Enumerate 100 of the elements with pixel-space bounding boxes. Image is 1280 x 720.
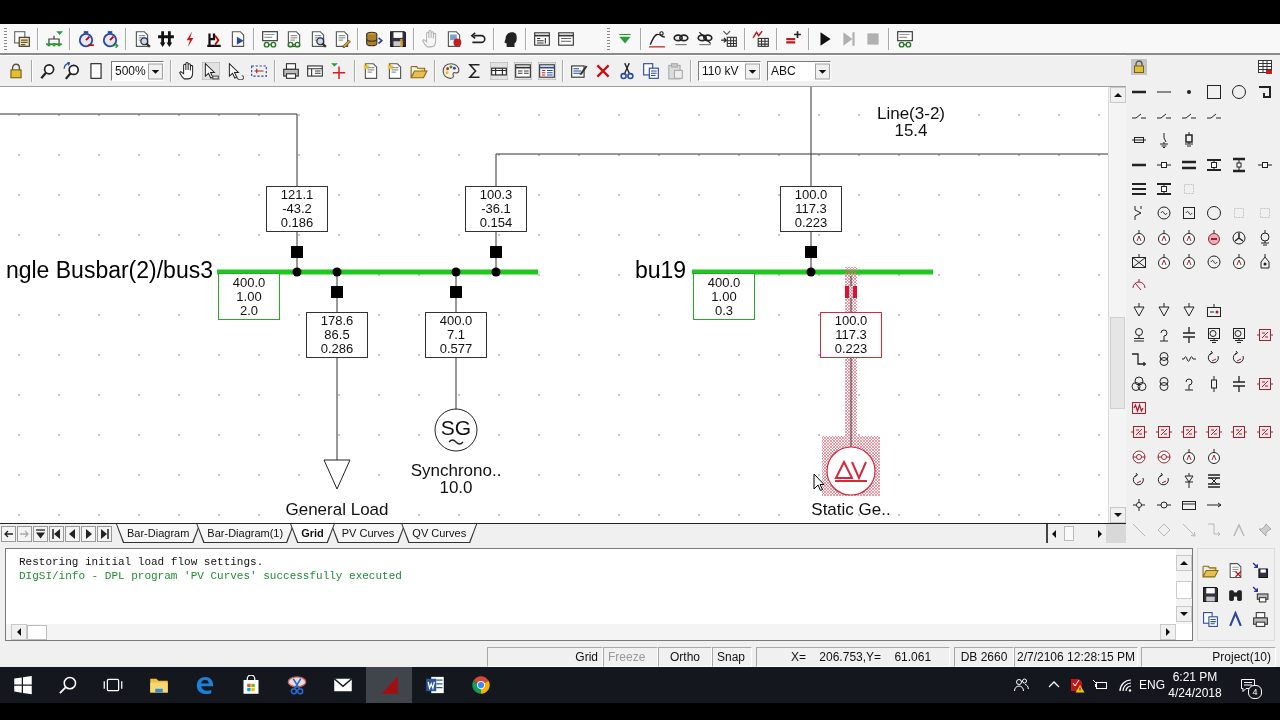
document-pencil-icon[interactable] <box>333 29 351 48</box>
i-beam-icon[interactable] <box>1231 156 1248 173</box>
polyline-icon[interactable] <box>1256 83 1273 100</box>
document-magnifier-icon[interactable] <box>133 29 151 48</box>
document-glasses-icon[interactable] <box>285 29 303 48</box>
boxed-wave-icon[interactable] <box>1180 205 1197 222</box>
boxed-symbol-icon[interactable] <box>1155 424 1172 441</box>
copy-icon[interactable] <box>1202 610 1219 628</box>
scroll-up-icon[interactable] <box>1109 87 1126 103</box>
capacitor-icon[interactable] <box>1231 375 1248 392</box>
last-page-icon[interactable] <box>97 525 112 542</box>
document-magnifier-icon[interactable] <box>309 29 327 48</box>
notification-icon[interactable] <box>1240 677 1256 693</box>
document-cross-icon[interactable] <box>1227 561 1244 579</box>
database-arrow-icon[interactable] <box>365 29 383 48</box>
three-winding-icon[interactable] <box>1130 375 1147 392</box>
busbar-coupler-icon[interactable] <box>1206 156 1223 173</box>
first-page-icon[interactable] <box>49 525 64 542</box>
circle-icon[interactable] <box>1231 83 1248 100</box>
graph-table-icon[interactable] <box>752 29 770 48</box>
window-grid-icon[interactable] <box>306 62 324 80</box>
boxed-symbol-icon[interactable] <box>1256 326 1273 343</box>
step-line-icon[interactable] <box>1130 351 1147 368</box>
ortho-toggle[interactable]: Ortho <box>658 647 712 667</box>
vertical-scrollbar[interactable] <box>1108 87 1126 523</box>
wedge-icon[interactable] <box>1227 610 1244 628</box>
scroll-up-icon[interactable] <box>1176 555 1192 571</box>
generator-symbol[interactable] <box>434 408 478 452</box>
concentric-circle-icon[interactable] <box>1130 448 1147 465</box>
scroll-down-icon[interactable] <box>1109 507 1126 523</box>
scroll-down-icon[interactable] <box>1176 606 1192 622</box>
boxed-symbol-icon[interactable] <box>1256 424 1273 441</box>
double-arrow-icon[interactable] <box>157 29 175 48</box>
load-icon[interactable] <box>1180 302 1197 319</box>
boxed-device-icon[interactable] <box>1206 302 1223 319</box>
dashed-selection-icon[interactable] <box>250 62 268 80</box>
load-icon[interactable] <box>1155 302 1172 319</box>
static-generator-icon[interactable] <box>826 446 876 496</box>
scissors-icon[interactable] <box>618 62 636 80</box>
meter-circle-icon[interactable] <box>1180 229 1197 246</box>
window-icon[interactable] <box>557 29 575 48</box>
load-triangle-icon[interactable] <box>323 459 351 490</box>
padlock-icon[interactable] <box>1130 59 1147 76</box>
printer-icon[interactable] <box>282 62 300 80</box>
boxed-circle-icon[interactable] <box>1231 326 1248 343</box>
busbar-coupler-icon[interactable] <box>1155 180 1172 197</box>
save-arrow-icon[interactable] <box>1252 561 1269 579</box>
monitor-glasses-icon[interactable] <box>896 29 914 48</box>
document-edit-icon[interactable] <box>570 62 588 80</box>
window-icon[interactable] <box>533 29 551 48</box>
caret-icon[interactable] <box>148 62 163 80</box>
cross-plus-icon[interactable] <box>330 62 348 80</box>
network-icon[interactable] <box>45 29 63 48</box>
meter-circle-icon[interactable] <box>1155 253 1172 270</box>
curve-icon[interactable] <box>648 29 666 48</box>
document-play-icon[interactable] <box>229 29 247 48</box>
scroll-thumb[interactable] <box>1064 526 1074 541</box>
boxed-symbol-icon[interactable] <box>1180 424 1197 441</box>
stopwatch-icon[interactable] <box>77 29 95 48</box>
printer-arrow-icon[interactable] <box>1252 586 1269 604</box>
snap-toggle[interactable]: Snap <box>712 647 752 667</box>
document-badge-icon[interactable] <box>445 29 463 48</box>
boxed-symbol-icon[interactable] <box>1256 375 1273 392</box>
meter-circle-icon[interactable] <box>1231 253 1248 270</box>
caret-icon[interactable] <box>745 62 760 80</box>
monitor-glasses-icon[interactable] <box>261 29 279 48</box>
search-icon[interactable] <box>57 675 78 695</box>
load-icon[interactable] <box>1130 302 1147 319</box>
magnifier-icon[interactable] <box>39 62 57 80</box>
crossed-box-icon[interactable] <box>1130 253 1147 270</box>
blank-page-icon[interactable] <box>87 62 105 80</box>
triple-busbar-icon[interactable] <box>1130 180 1147 197</box>
square-icon[interactable] <box>1206 83 1223 100</box>
window-list-icon[interactable] <box>514 62 532 80</box>
boxed-symbol-icon[interactable] <box>1130 424 1147 441</box>
circle-bar-icon[interactable] <box>1206 229 1223 246</box>
color-list-icon[interactable] <box>538 62 556 80</box>
language-indicator[interactable]: ENG <box>1139 678 1165 692</box>
boxed-symbol-icon[interactable] <box>1206 424 1223 441</box>
voltage-combo[interactable]: 110 kV <box>698 61 761 81</box>
document-window-icon[interactable] <box>13 29 31 48</box>
caret-icon[interactable] <box>815 62 830 80</box>
pointer-icon[interactable] <box>202 62 220 80</box>
wave-circle-icon[interactable] <box>1155 205 1172 222</box>
node-icon[interactable] <box>1130 497 1147 514</box>
clock-time[interactable]: 6:21 PM <box>1172 669 1218 685</box>
crossed-link-icon[interactable] <box>696 29 714 48</box>
grid-toggle[interactable]: Grid <box>487 647 603 667</box>
meter-circle-icon[interactable] <box>1206 448 1223 465</box>
circle-icon[interactable] <box>1206 205 1223 222</box>
meter-circle-icon[interactable] <box>1130 229 1147 246</box>
printer-icon[interactable] <box>1252 610 1269 628</box>
wave-circle-icon[interactable] <box>1206 253 1223 270</box>
previous-page-icon[interactable] <box>65 525 80 542</box>
document-star-icon[interactable] <box>362 62 380 80</box>
pointer-lasso-icon[interactable] <box>226 62 244 80</box>
capacitor-icon[interactable] <box>1180 326 1197 343</box>
meter-circle-icon[interactable] <box>1180 448 1197 465</box>
concentric-circle-icon[interactable] <box>1155 448 1172 465</box>
clock-date[interactable]: 4/24/2018 <box>1168 685 1222 701</box>
